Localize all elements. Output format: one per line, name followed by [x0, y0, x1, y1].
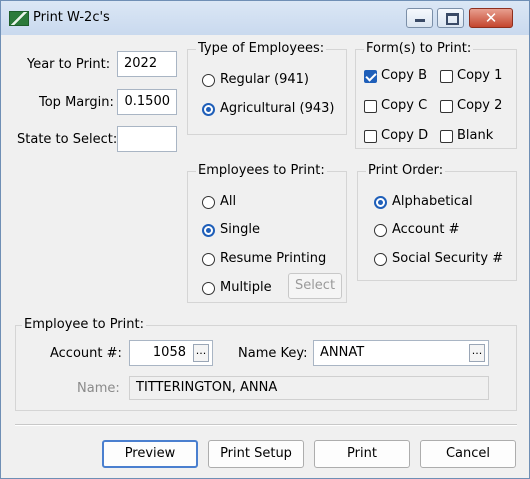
employees-to-print-group: Employees to Print: All Single Resume Pr…: [187, 163, 347, 303]
copy-c-checkbox[interactable]: [364, 100, 377, 113]
state-label: State to Select:: [17, 132, 118, 147]
select-button[interactable]: Select: [288, 273, 342, 299]
print-setup-button[interactable]: Print Setup: [208, 440, 304, 468]
multiple-label[interactable]: Multiple: [220, 280, 272, 295]
alphabetical-radio[interactable]: [374, 196, 387, 209]
print-order-title: Print Order:: [366, 163, 446, 178]
all-radio[interactable]: [202, 196, 215, 209]
multiple-radio[interactable]: [202, 282, 215, 295]
name-key-label: Name Key:: [238, 346, 308, 361]
print-button[interactable]: Print: [314, 440, 410, 468]
blank-checkbox[interactable]: [440, 130, 453, 143]
employee-to-print-title: Employee to Print:: [22, 317, 146, 332]
maximize-button[interactable]: [437, 8, 464, 28]
alphabetical-label[interactable]: Alphabetical: [392, 194, 473, 209]
account-number-label[interactable]: Account #: [392, 222, 460, 237]
copy-2-label[interactable]: Copy 2: [457, 98, 502, 113]
app-logo-icon: [9, 11, 29, 26]
print-order-group: Print Order: Alphabetical Account # Soci…: [357, 163, 517, 281]
account-number-radio[interactable]: [374, 224, 387, 237]
dialog-window: Print W-2c's ✕ Year to Print: 2022 Top M…: [0, 0, 530, 479]
copy-b-checkbox[interactable]: [364, 70, 377, 83]
year-input[interactable]: 2022: [117, 51, 177, 77]
resume-printing-label[interactable]: Resume Printing: [220, 251, 326, 266]
social-security-label[interactable]: Social Security #: [392, 251, 503, 266]
account-lookup-button[interactable]: ...: [193, 344, 209, 362]
social-security-radio[interactable]: [374, 253, 387, 266]
cancel-button[interactable]: Cancel: [420, 440, 516, 468]
single-label[interactable]: Single: [220, 222, 260, 237]
blank-label[interactable]: Blank: [457, 128, 493, 143]
forms-to-print-group: Form(s) to Print: Copy B Copy 1 Copy C C…: [355, 41, 517, 149]
account-label: Account #:: [50, 346, 122, 361]
name-label: Name:: [77, 381, 120, 396]
all-label[interactable]: All: [220, 194, 236, 209]
copy-d-checkbox[interactable]: [364, 130, 377, 143]
top-margin-label: Top Margin:: [39, 95, 114, 110]
employees-to-print-title: Employees to Print:: [196, 163, 327, 178]
copy-1-checkbox[interactable]: [440, 70, 453, 83]
dialog-body: Year to Print: 2022 Top Margin: 0.1500 S…: [7, 35, 523, 472]
maximize-icon: [446, 13, 459, 25]
title-bar[interactable]: Print W-2c's ✕: [1, 1, 529, 35]
agricultural-label[interactable]: Agricultural (943): [220, 101, 334, 116]
preview-button[interactable]: Preview: [102, 440, 198, 468]
regular-label[interactable]: Regular (941): [220, 72, 309, 87]
name-key-lookup-button[interactable]: ...: [469, 344, 485, 362]
agricultural-radio[interactable]: [202, 103, 215, 116]
copy-b-label[interactable]: Copy B: [381, 68, 427, 83]
type-of-employees-group: Type of Employees: Regular (941) Agricul…: [187, 41, 347, 135]
name-key-input[interactable]: ANNAT: [313, 340, 489, 366]
employee-to-print-group: Employee to Print: Account #: 1058 ... N…: [15, 317, 517, 411]
regular-radio[interactable]: [202, 74, 215, 87]
window-title: Print W-2c's: [33, 10, 110, 25]
minimize-icon: [415, 19, 425, 22]
forms-to-print-title: Form(s) to Print:: [364, 41, 474, 56]
close-icon: ✕: [484, 9, 498, 27]
copy-1-label[interactable]: Copy 1: [457, 68, 502, 83]
separator: [15, 424, 517, 426]
state-input[interactable]: [117, 126, 177, 152]
copy-d-label[interactable]: Copy D: [381, 128, 428, 143]
close-button[interactable]: ✕: [469, 8, 513, 28]
single-radio[interactable]: [202, 224, 215, 237]
copy-2-checkbox[interactable]: [440, 100, 453, 113]
name-display: TITTERINGTON, ANNA: [129, 376, 489, 400]
year-label: Year to Print:: [27, 57, 111, 72]
resume-printing-radio[interactable]: [202, 253, 215, 266]
top-margin-input[interactable]: 0.1500: [117, 89, 177, 115]
type-of-employees-title: Type of Employees:: [196, 41, 327, 56]
copy-c-label[interactable]: Copy C: [381, 98, 427, 113]
minimize-button[interactable]: [406, 8, 433, 28]
